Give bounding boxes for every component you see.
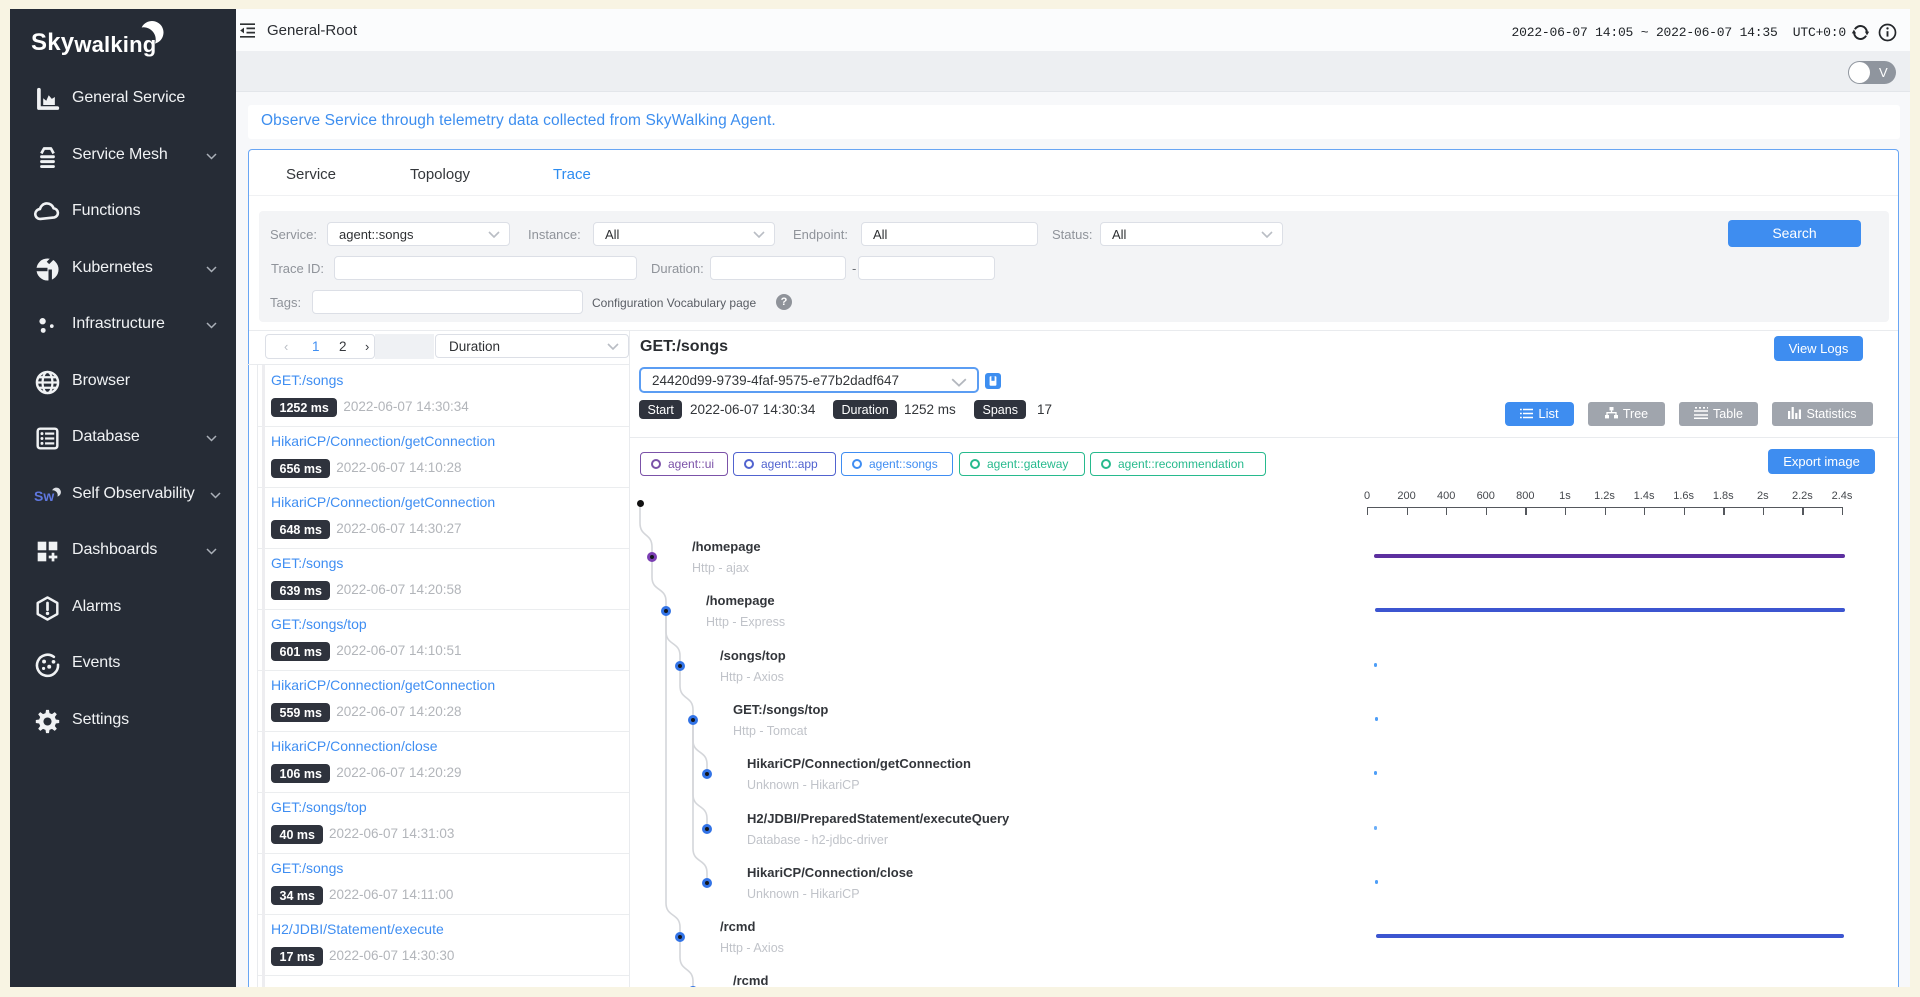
svg-text:Sw: Sw: [34, 488, 54, 504]
